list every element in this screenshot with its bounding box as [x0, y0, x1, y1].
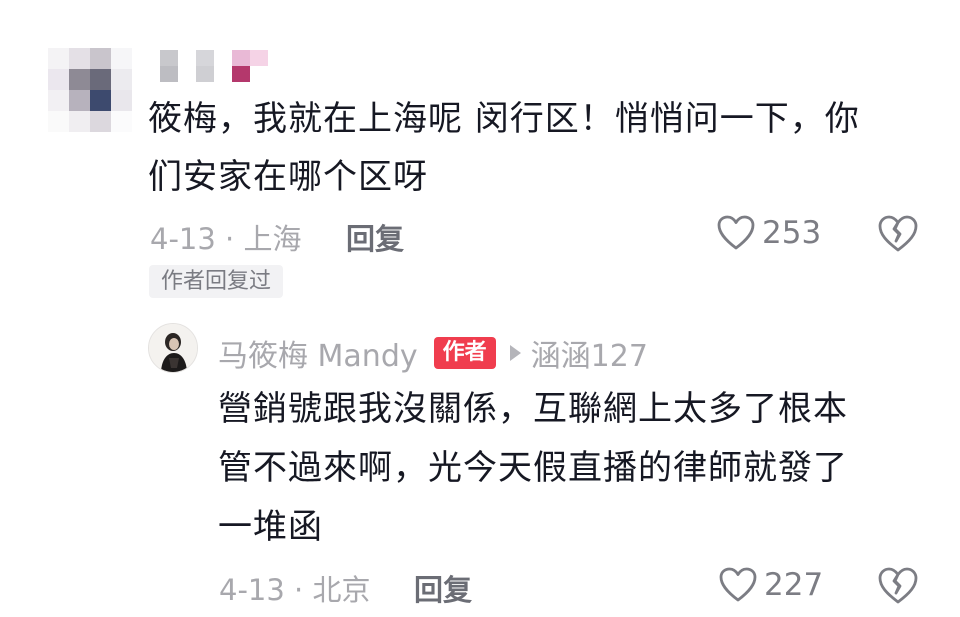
dislike-button[interactable] [877, 566, 919, 610]
author-name[interactable]: 马筱梅 Mandy [218, 331, 418, 375]
author-avatar-image [149, 324, 197, 372]
commenter-avatar[interactable] [48, 48, 132, 132]
reply-date-location: 4-13 · 北京 [219, 573, 371, 607]
comment-text-line: 筱梅，我就在上海呢 闵行区！悄悄问一下，你 [148, 99, 860, 139]
like-count: 253 [762, 215, 822, 251]
heart-outline-icon [717, 215, 755, 250]
author-replied-badge: 作者回复过 [149, 265, 284, 298]
author-badge: 作者 [433, 337, 496, 369]
reply-button[interactable]: 回复 [414, 567, 472, 609]
comment-text-line: 们安家在哪个区呀 [148, 157, 428, 197]
reply-to-name[interactable]: 涵涵127 [531, 331, 648, 375]
reply-text-line: 管不過來啊，光今天假直播的律師就發了 [218, 448, 848, 488]
reply-text: 營銷號跟我沒關係，互聯網上太多了根本 管不過來啊，光今天假直播的律師就發了 一堆… [218, 380, 938, 557]
play-triangle-icon [509, 345, 521, 361]
dislike-button[interactable] [877, 214, 919, 258]
commenter-name[interactable] [160, 50, 268, 82]
like-button[interactable]: 227 [718, 566, 823, 604]
reply-button[interactable]: 回复 [346, 216, 404, 258]
reply-text-line: 一堆函 [218, 507, 323, 547]
reply-header: 马筱梅 Mandy 作者 涵涵127 [218, 331, 648, 375]
broken-heart-icon [878, 567, 918, 604]
comment-date-location: 4-13 · 上海 [150, 222, 302, 256]
reply-text-line: 營銷號跟我沒關係，互聯網上太多了根本 [218, 389, 848, 429]
heart-outline-icon [719, 567, 757, 602]
author-avatar[interactable] [148, 323, 198, 373]
like-button[interactable]: 253 [716, 214, 821, 252]
like-count: 227 [764, 567, 824, 603]
comment-text: 筱梅，我就在上海呢 闵行区！悄悄问一下，你 们安家在哪个区呀 [148, 90, 928, 206]
broken-heart-icon [878, 215, 918, 252]
